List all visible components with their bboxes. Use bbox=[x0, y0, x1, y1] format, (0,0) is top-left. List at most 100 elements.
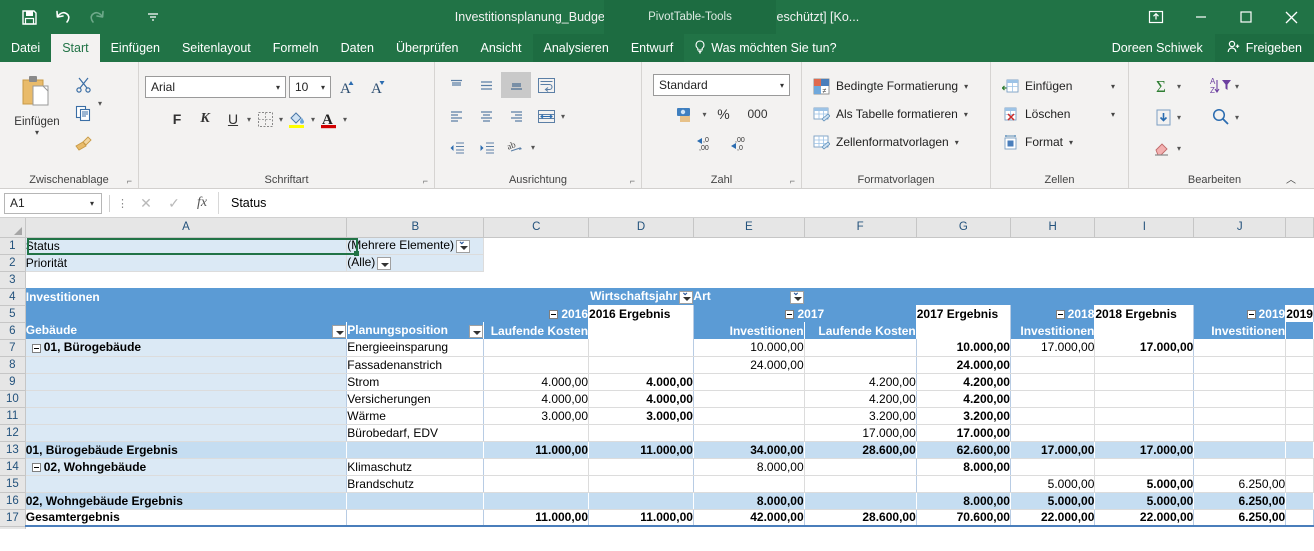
cell-I2[interactable] bbox=[1094, 254, 1194, 271]
cell-K1[interactable] bbox=[1285, 237, 1314, 254]
cell-value[interactable] bbox=[1193, 441, 1287, 459]
number-format-combobox[interactable]: Standard ▾ bbox=[653, 74, 790, 96]
cell-value[interactable]: 4.200,00 bbox=[804, 390, 917, 408]
cell-value[interactable] bbox=[1285, 508, 1314, 527]
pivot-position[interactable]: Fassadenanstrich bbox=[346, 356, 485, 374]
cell-B2[interactable]: (Alle) bbox=[346, 254, 485, 272]
cell-I3[interactable] bbox=[1094, 271, 1194, 288]
cell-value[interactable] bbox=[693, 407, 805, 425]
cell-value[interactable]: 17.000,00 bbox=[916, 424, 1011, 442]
enter-icon[interactable]: ✓ bbox=[160, 192, 188, 214]
chevron-down-icon[interactable]: ▾ bbox=[1111, 110, 1115, 119]
cell-value[interactable]: 10.000,00 bbox=[693, 339, 805, 357]
cell-value[interactable] bbox=[588, 424, 694, 442]
name-box[interactable]: A1 ▾ bbox=[4, 192, 102, 214]
cell-B3[interactable] bbox=[346, 271, 484, 288]
column-header-C[interactable]: C bbox=[483, 218, 590, 238]
tab-seitenlayout[interactable]: Seitenlayout bbox=[171, 34, 262, 62]
fill-color-icon[interactable] bbox=[283, 106, 311, 132]
chevron-down-icon[interactable]: ▾ bbox=[1111, 82, 1115, 91]
cell-value[interactable]: 5.000,00 bbox=[1094, 475, 1195, 493]
row-header-16[interactable]: 16 bbox=[0, 492, 26, 510]
cell-value[interactable] bbox=[1285, 373, 1314, 391]
pivot-position[interactable]: Versicherungen bbox=[346, 390, 485, 408]
cell-value[interactable]: 6.250,00 bbox=[1193, 475, 1287, 493]
font-dialog-launcher-icon[interactable]: ⌐ bbox=[423, 173, 428, 189]
cell-B17[interactable] bbox=[346, 508, 485, 527]
merge-dropdown-caret[interactable]: ▾ bbox=[561, 112, 565, 121]
pivot-position[interactable]: Brandschutz bbox=[346, 475, 485, 493]
cell-A2[interactable]: Priorität bbox=[25, 254, 348, 272]
undo-icon[interactable] bbox=[48, 4, 78, 30]
cell-F2[interactable] bbox=[804, 254, 917, 271]
pivot-total-2018[interactable]: 2018 Ergebnis bbox=[1094, 305, 1195, 322]
cell-value[interactable] bbox=[1010, 373, 1096, 391]
cell-value[interactable]: 11.000,00 bbox=[588, 508, 694, 527]
font-color-dropdown-caret[interactable]: ▾ bbox=[343, 115, 347, 124]
minimize-icon[interactable] bbox=[1178, 0, 1223, 34]
cell-value[interactable]: 4.000,00 bbox=[483, 390, 590, 408]
pivot-group-label[interactable] bbox=[25, 356, 348, 374]
row-header-15[interactable]: 15 bbox=[0, 475, 26, 493]
pivot-position[interactable]: Klimaschutz bbox=[346, 458, 485, 476]
cell-value[interactable] bbox=[1193, 458, 1287, 476]
cell-J4[interactable] bbox=[1193, 288, 1286, 305]
increase-indent-icon[interactable] bbox=[471, 134, 501, 160]
cell-value[interactable] bbox=[1193, 407, 1287, 425]
collapse-ribbon-icon[interactable]: ︿ bbox=[1286, 171, 1296, 186]
collapse-expander-icon[interactable] bbox=[1246, 309, 1256, 319]
save-icon[interactable] bbox=[14, 4, 44, 30]
chevron-down-icon[interactable]: ▾ bbox=[964, 110, 968, 119]
align-middle-icon[interactable] bbox=[471, 72, 501, 98]
alignment-dialog-launcher-icon[interactable]: ⌐ bbox=[630, 173, 635, 189]
cell-value[interactable]: 5.000,00 bbox=[1094, 492, 1195, 510]
pivot-group-label[interactable] bbox=[25, 424, 348, 442]
cell-value[interactable]: 5.000,00 bbox=[1010, 475, 1096, 493]
cell-value[interactable]: 11.000,00 bbox=[588, 441, 694, 459]
cell-value[interactable] bbox=[916, 475, 1011, 493]
tab-start[interactable]: Start bbox=[51, 34, 100, 62]
pivot-sub-2017-investitionen[interactable]: Investitionen bbox=[693, 322, 805, 339]
cell-A1[interactable]: Status bbox=[25, 237, 348, 255]
delete-cells-button[interactable]: Löschen ▾ bbox=[997, 100, 1119, 128]
grow-font-icon[interactable]: A bbox=[334, 74, 362, 100]
align-right-icon[interactable] bbox=[501, 103, 531, 129]
decrease-indent-icon[interactable] bbox=[441, 134, 471, 160]
insert-cells-button[interactable]: Einfügen ▾ bbox=[997, 72, 1119, 100]
pivot-year-2019[interactable]: 2019 bbox=[1193, 305, 1287, 322]
share-button[interactable]: Freigeben bbox=[1214, 34, 1314, 62]
filter-dropdown-icon[interactable] bbox=[332, 325, 346, 338]
decrease-decimal-icon[interactable]: ,00,0 bbox=[722, 130, 756, 158]
cell-B18[interactable] bbox=[346, 526, 484, 529]
cell-value[interactable]: 8.000,00 bbox=[693, 492, 805, 510]
row-header-11[interactable]: 11 bbox=[0, 407, 26, 425]
cell-I4[interactable] bbox=[1094, 288, 1194, 305]
font-family-combobox[interactable]: Arial ▾ bbox=[145, 76, 286, 98]
select-all-corner[interactable] bbox=[0, 218, 26, 238]
cell-value[interactable]: 70.600,00 bbox=[916, 508, 1011, 527]
cell-G2[interactable] bbox=[916, 254, 1011, 271]
cell-value[interactable] bbox=[804, 475, 917, 493]
ribbon-display-options-icon[interactable] bbox=[1133, 0, 1178, 34]
cell-K4[interactable] bbox=[1285, 288, 1314, 305]
cell-value[interactable]: 62.600,00 bbox=[916, 441, 1011, 459]
cell-value[interactable] bbox=[1094, 356, 1195, 374]
cell-K18[interactable] bbox=[1285, 526, 1314, 529]
pivot-column-field2[interactable]: Art bbox=[693, 288, 805, 305]
cell-value[interactable] bbox=[1285, 458, 1314, 476]
cell-value[interactable]: 17.000,00 bbox=[1010, 339, 1096, 357]
cell-value[interactable] bbox=[1285, 441, 1314, 459]
pivot-total-2019[interactable]: 2019 bbox=[1285, 305, 1314, 322]
close-icon[interactable] bbox=[1268, 0, 1314, 34]
cell-F3[interactable] bbox=[804, 271, 917, 288]
cell-value[interactable] bbox=[804, 356, 917, 374]
accounting-format-icon[interactable] bbox=[668, 100, 702, 128]
cell-value[interactable]: 24.000,00 bbox=[916, 356, 1011, 374]
cell-B16[interactable] bbox=[346, 492, 485, 510]
cell-C18[interactable] bbox=[483, 526, 589, 529]
comma-style-button[interactable]: 000 bbox=[741, 100, 775, 128]
chevron-down-icon[interactable]: ▾ bbox=[1069, 138, 1073, 147]
find-select-dropdown-caret[interactable]: ▾ bbox=[1235, 113, 1239, 122]
autosum-dropdown-caret[interactable]: ▾ bbox=[1177, 82, 1181, 91]
cell-value[interactable]: 17.000,00 bbox=[1010, 441, 1096, 459]
